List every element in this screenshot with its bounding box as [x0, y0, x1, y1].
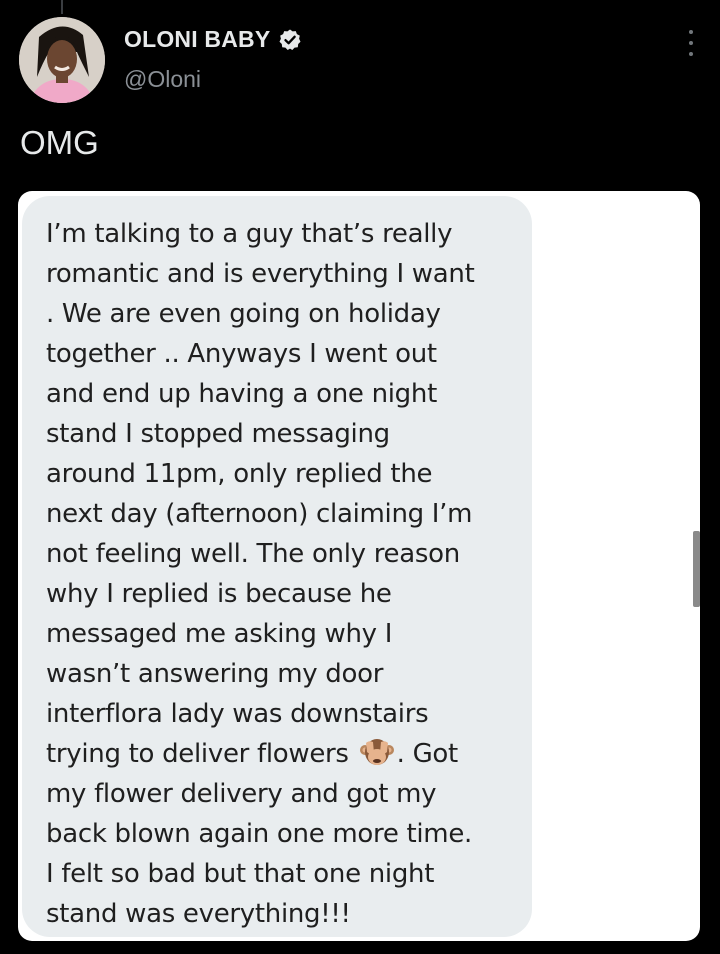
message-line: interflora lady was downstairs — [46, 699, 429, 729]
message-line: together .. Anyways I went out — [46, 339, 437, 369]
message-line-part: trying to deliver flowers — [46, 739, 349, 769]
message-line: stand was everything!!! — [46, 899, 351, 929]
tweet-media-image[interactable]: I’m talking to a guy that’s really roman… — [18, 191, 700, 941]
author-avatar[interactable] — [19, 17, 105, 103]
more-options-dot — [689, 52, 693, 56]
thread-connector-line — [61, 0, 63, 14]
message-line: messaged me asking why I — [46, 619, 393, 649]
message-line: . We are even going on holiday — [46, 299, 441, 329]
message-line: not feeling well. The only reason — [46, 539, 460, 569]
message-line: around 11pm, only replied the — [46, 459, 433, 489]
message-line: romantic and is everything I want — [46, 259, 475, 289]
message-text: I’m talking to a guy that’s really roman… — [46, 214, 516, 934]
message-line: wasn’t answering my door — [46, 659, 384, 689]
author-name-row[interactable]: OLONI BABY — [124, 26, 302, 53]
message-line: I felt so bad but that one night — [46, 859, 435, 889]
more-options-icon — [689, 30, 693, 34]
more-options-button[interactable] — [686, 30, 696, 56]
message-line: I’m talking to a guy that’s really — [46, 219, 453, 249]
more-options-dot — [689, 41, 693, 45]
message-line: why I replied is because he — [46, 579, 392, 609]
profile-photo-icon — [19, 17, 105, 103]
message-line-part: . Got — [396, 739, 459, 769]
message-line: stand I stopped messaging — [46, 419, 390, 449]
message-line: next day (afternoon) claiming I’m — [46, 499, 473, 529]
tweet-text: OMG — [20, 124, 99, 161]
message-line-with-emoji: trying to deliver flowers . Got — [46, 734, 516, 774]
message-line: my flower delivery and got my — [46, 779, 437, 809]
image-scrollbar — [693, 531, 700, 607]
see-no-evil-monkey-icon — [359, 735, 395, 769]
message-bubble: I’m talking to a guy that’s really roman… — [22, 196, 532, 937]
author-display-name[interactable]: OLONI BABY — [124, 26, 270, 53]
verified-badge-icon — [278, 28, 302, 52]
message-line: and end up having a one night — [46, 379, 437, 409]
author-handle[interactable]: @Oloni — [124, 66, 201, 93]
message-line: back blown again one more time. — [46, 819, 472, 849]
